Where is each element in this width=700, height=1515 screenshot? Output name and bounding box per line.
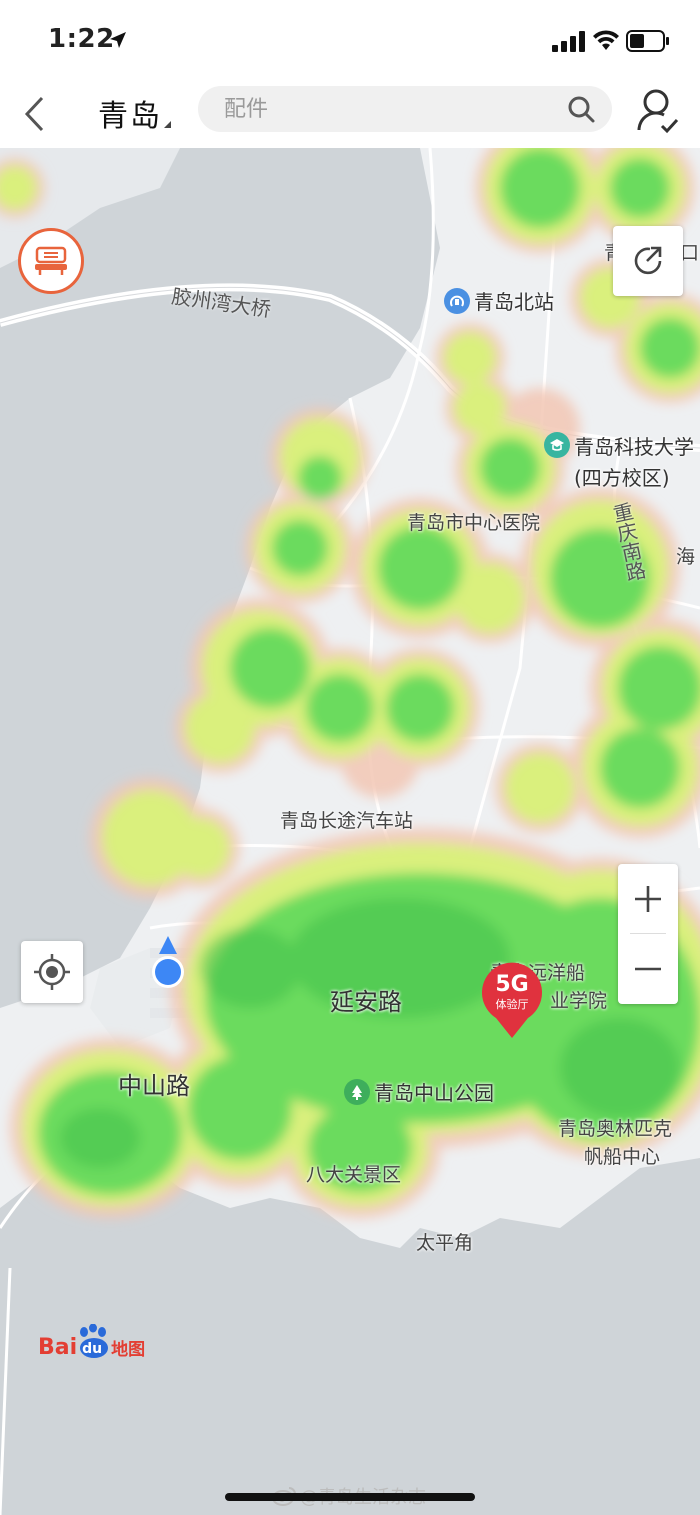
share-button[interactable]: [613, 226, 683, 296]
train-station-icon: [444, 287, 470, 314]
search-icon[interactable]: [566, 94, 596, 124]
map-label-sailing-center: 青岛奥林匹克: [558, 1118, 673, 1140]
city-name: 青岛: [98, 99, 162, 134]
zoom-in-button[interactable]: [618, 864, 678, 934]
map-label-zhongshan-road: 中山路: [118, 1072, 190, 1100]
shop-badge-label: 体验厅: [495, 998, 529, 1011]
nav-bar: 青岛: [0, 82, 700, 148]
poi-zhongshan-park[interactable]: 青岛中山公园: [344, 1077, 494, 1106]
user-account-icon[interactable]: [636, 86, 680, 136]
map-label-university-campus: (四方校区): [574, 466, 670, 490]
poi-north-station[interactable]: 青岛北站: [444, 286, 554, 315]
status-time: 1:22: [48, 24, 115, 54]
school-icon: [544, 432, 570, 458]
sim-card-store-button[interactable]: [18, 228, 84, 294]
map-label-sailing-center-sub: 帆船中心: [584, 1146, 661, 1168]
baidu-logo-map: 地图: [111, 1339, 146, 1360]
store-counter-icon: [35, 246, 67, 275]
map-label-bus-station: 青岛长途汽车站: [280, 810, 414, 832]
crosshair-location-icon: [34, 954, 70, 990]
map-label-ocean-college-sub: 业学院: [550, 990, 608, 1012]
poi-university[interactable]: 青岛科技大学 (四方校区): [544, 431, 694, 491]
current-location-marker: [152, 936, 184, 988]
wifi-icon: [593, 30, 619, 50]
plus-icon: [635, 886, 661, 912]
status-bar: 1:22: [0, 0, 700, 82]
shop-badge-5g: 5G: [495, 972, 529, 997]
chevron-left-icon: [24, 96, 44, 132]
location-arrow-icon: [110, 32, 126, 48]
battery-icon: [626, 30, 669, 52]
5g-experience-store-pin[interactable]: 5G 体验厅: [478, 960, 546, 1040]
caret-down-icon: [164, 120, 171, 128]
map-label-yanan-road: 延安路: [330, 988, 402, 1016]
zoom-control: [618, 864, 678, 1004]
city-selector[interactable]: 青岛: [98, 88, 171, 138]
baidu-paw-icon: du: [77, 1324, 111, 1360]
heatmap-map[interactable]: 胶州湾大桥 青岛北站 青岛科技大学 (四方校区) 青岛市中心医院 重庆南路 海 …: [0, 148, 700, 1515]
map-label-zhongshan-park: 青岛中山公园: [374, 1081, 494, 1105]
cellular-signal-icon: [552, 31, 585, 52]
map-label-badaguan: 八大关景区: [306, 1164, 402, 1186]
search-bar[interactable]: [198, 86, 612, 132]
baidu-map-logo: Bai du 地图: [38, 1324, 146, 1360]
map-label-taipingjiao: 太平角: [416, 1232, 474, 1254]
locate-me-button[interactable]: [21, 941, 83, 1003]
search-input[interactable]: [198, 86, 566, 132]
map-label-university: 青岛科技大学: [574, 435, 694, 459]
baidu-logo-bai: Bai: [38, 1334, 78, 1360]
zoom-divider: [630, 933, 666, 934]
park-tree-icon: [344, 1078, 370, 1105]
map-label-hai: 海: [676, 546, 696, 568]
baidu-logo-du: du: [82, 1341, 103, 1357]
zoom-out-button[interactable]: [618, 934, 678, 1004]
minus-icon: [635, 967, 661, 971]
back-button[interactable]: [16, 90, 52, 138]
home-indicator[interactable]: [225, 1493, 475, 1501]
map-label-north-station: 青岛北站: [474, 290, 554, 314]
share-arrow-icon: [634, 246, 662, 275]
map-label-hospital: 青岛市中心医院: [407, 512, 541, 534]
